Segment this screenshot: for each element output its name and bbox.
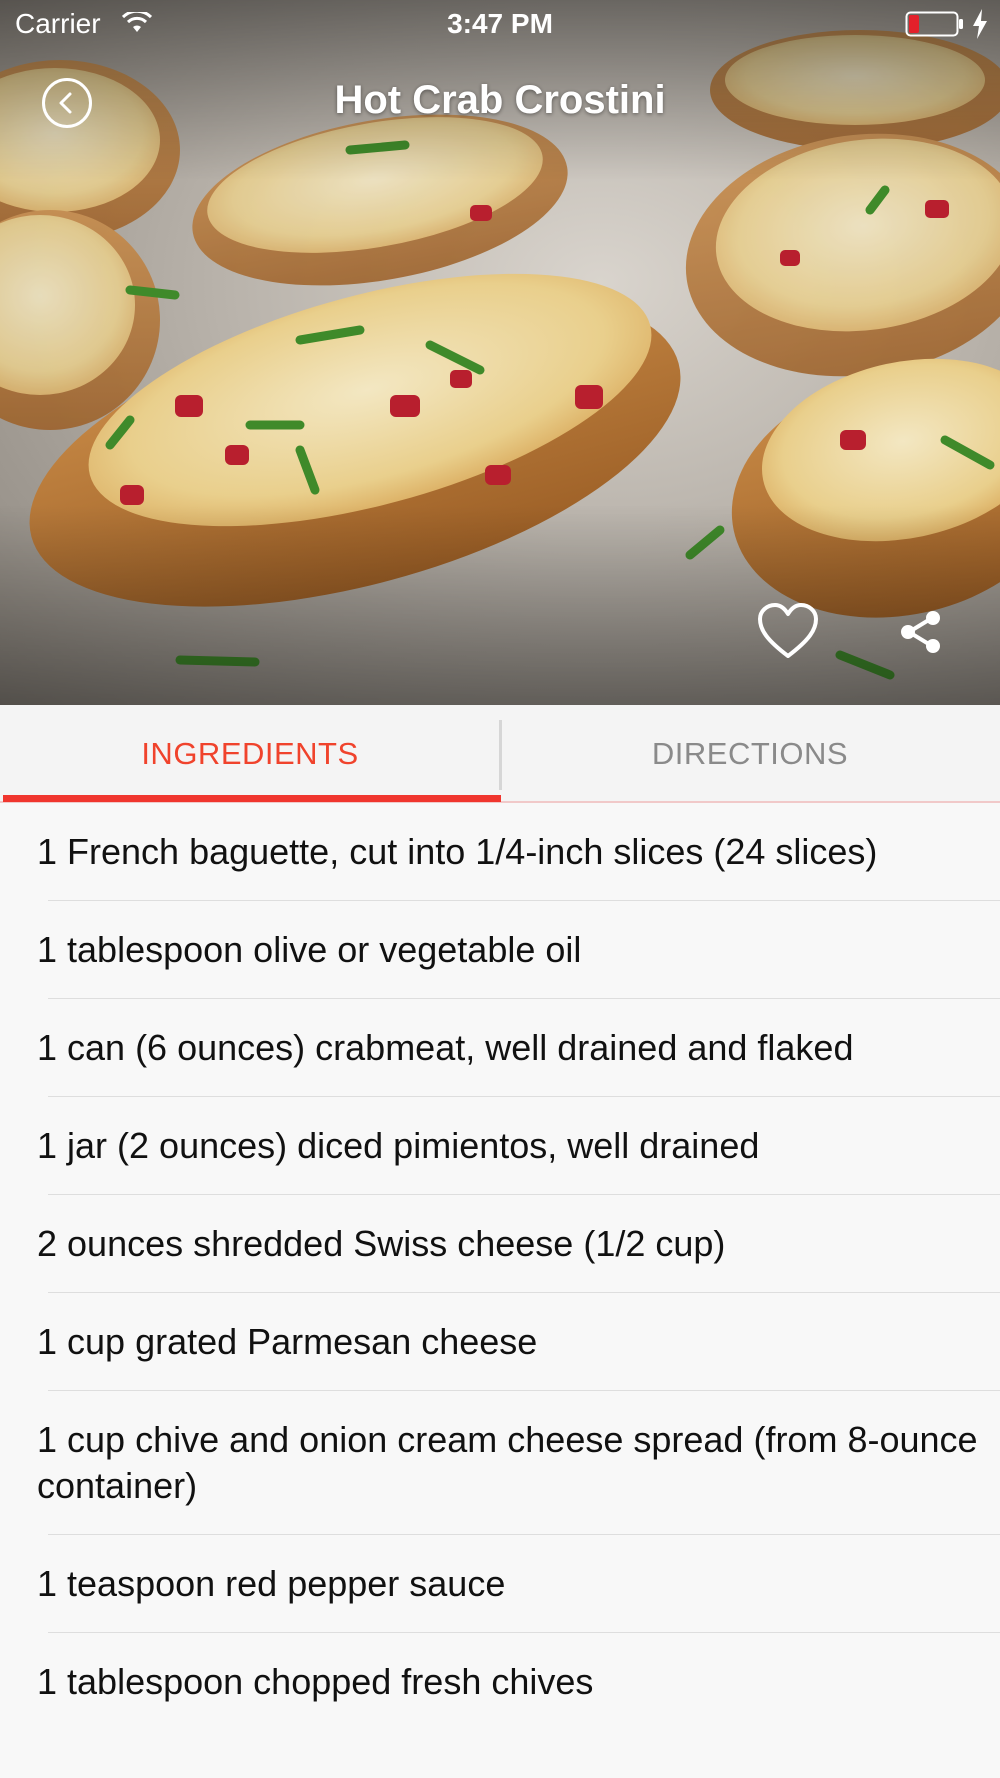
share-icon[interactable] [898,609,944,655]
hero-bottom-gradient [0,505,1000,705]
ingredient-list: 1 French baguette, cut into 1/4-inch sli… [0,803,1000,1731]
battery-icon [905,11,963,37]
status-time: 3:47 PM [447,8,553,39]
list-item: 2 ounces shredded Swiss cheese (1/2 cup) [0,1195,1000,1293]
status-bar: Carrier 3:47 PM [0,0,1000,50]
list-item: 1 French baguette, cut into 1/4-inch sli… [0,803,1000,901]
tab-directions[interactable]: DIRECTIONS [500,705,1000,803]
list-item: 1 teaspoon red pepper sauce [0,1535,1000,1633]
list-item: 1 cup grated Parmesan cheese [0,1293,1000,1391]
page-title: Hot Crab Crostini [334,78,666,122]
list-item: 1 tablespoon olive or vegetable oil [0,901,1000,999]
list-item: 1 tablespoon chopped fresh chives [37,1661,594,1702]
charging-bolt-icon [973,9,987,39]
recipe-tabs: INGREDIENTS DIRECTIONS [0,705,1000,803]
selected-tab-indicator [3,795,501,802]
list-item: 1 cup chive and onion cream cheese sprea… [0,1391,1000,1535]
recipe-hero-image: Carrier 3:47 PM Hot Crab Crostini [0,0,1000,705]
tab-ingredients[interactable]: INGREDIENTS [0,705,500,803]
list-item: 1 can (6 ounces) crabmeat, well drained … [0,999,1000,1097]
list-item: 1 jar (2 ounces) diced pimientos, well d… [0,1097,1000,1195]
favorite-heart-icon[interactable] [757,602,819,660]
